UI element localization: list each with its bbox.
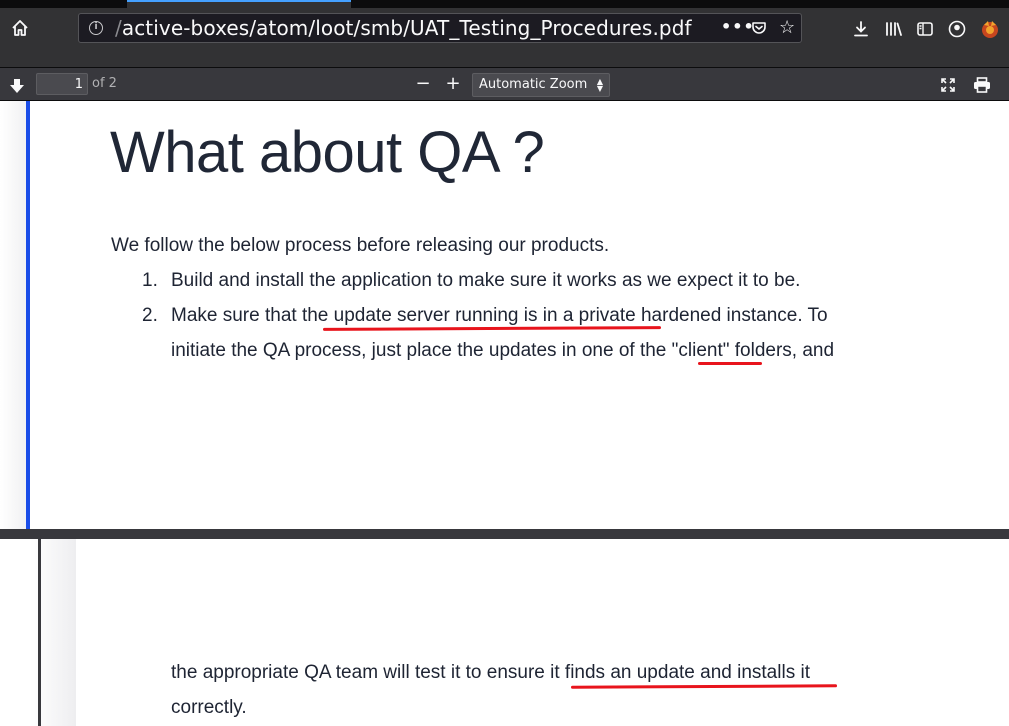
- list-item-number: 2.: [142, 305, 158, 326]
- zoom-out-button[interactable]: −: [413, 74, 433, 96]
- zoom-select[interactable]: Automatic Zoom ▲ ▼: [472, 73, 610, 97]
- list-item-number: 1.: [142, 270, 158, 291]
- sidebar-icon[interactable]: [916, 20, 934, 38]
- red-underline-annotation: [698, 362, 762, 365]
- site-info-icon[interactable]: i: [89, 21, 103, 35]
- navigation-toolbar: i /active-boxes/atom/loot/smb/UAT_Testin…: [0, 8, 1009, 68]
- account-icon[interactable]: [948, 20, 966, 38]
- list-item-text: Make sure that the update server running…: [171, 305, 828, 326]
- pdf-page-1: What about QA ? We follow the below proc…: [0, 101, 1009, 529]
- pocket-icon[interactable]: [751, 20, 767, 36]
- page-margin-shadow: [0, 101, 28, 529]
- extension-icon[interactable]: [980, 19, 1000, 39]
- url-prefix: /: [115, 16, 122, 40]
- page-edge-rule: [38, 539, 41, 726]
- red-underline-annotation: [322, 326, 662, 331]
- list-item-text: initiate the QA process, just place the …: [171, 340, 835, 361]
- document-intro: We follow the below process before relea…: [111, 235, 610, 256]
- page-number-input[interactable]: [36, 73, 88, 95]
- pdf-viewer[interactable]: What about QA ? We follow the below proc…: [0, 101, 1009, 726]
- url-text[interactable]: /active-boxes/atom/loot/smb/UAT_Testing_…: [115, 16, 692, 40]
- pdf-toolbar: of 2 − + Automatic Zoom ▲▼: [0, 69, 1009, 101]
- page-accent-rule: [26, 101, 30, 529]
- bookmark-star-icon[interactable]: ☆: [779, 17, 795, 38]
- url-bar[interactable]: i /active-boxes/atom/loot/smb/UAT_Testin…: [78, 13, 802, 43]
- pdf-page-2: the appropriate QA team will test it to …: [0, 539, 1009, 726]
- list-item-text: correctly.: [171, 697, 247, 718]
- print-icon[interactable]: [973, 77, 991, 93]
- presentation-mode-icon[interactable]: [940, 77, 956, 93]
- list-item-text: Build and install the application to mak…: [171, 270, 801, 291]
- page-actions-icon[interactable]: •••: [721, 17, 755, 36]
- library-icon[interactable]: [884, 20, 904, 38]
- home-icon[interactable]: [10, 18, 30, 38]
- document-heading: What about QA ?: [110, 120, 545, 185]
- url-path: active-boxes/atom/loot/smb/UAT_Testing_P…: [121, 16, 692, 40]
- zoom-in-button[interactable]: +: [443, 74, 463, 96]
- next-page-icon[interactable]: [8, 77, 26, 95]
- select-arrows-icon: ▲ ▼: [596, 77, 603, 93]
- active-tab[interactable]: [127, 0, 351, 8]
- zoom-select-value: Automatic Zoom: [479, 77, 588, 92]
- red-underline-annotation: [570, 684, 838, 689]
- downloads-icon[interactable]: [852, 20, 870, 38]
- list-item-text: the appropriate QA team will test it to …: [171, 662, 810, 683]
- tab-strip: [0, 0, 1009, 8]
- page-count: of 2: [92, 76, 117, 91]
